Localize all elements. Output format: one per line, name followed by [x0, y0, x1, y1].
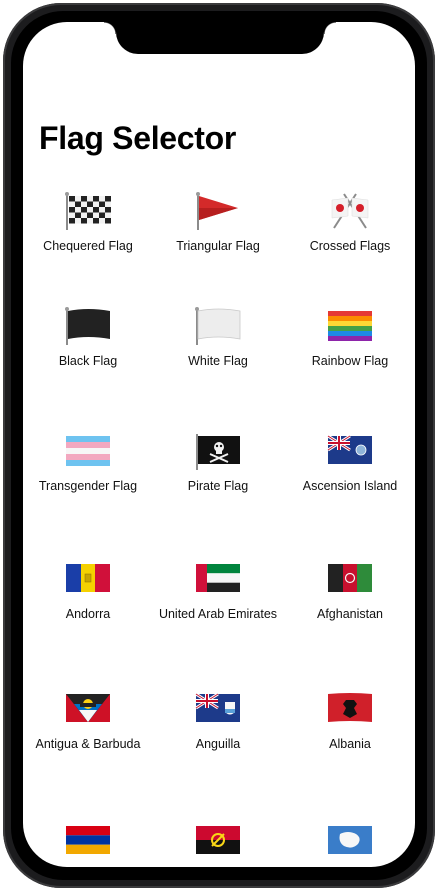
- flag-label: White Flag: [188, 354, 248, 368]
- rainbow-flag-icon: [326, 307, 374, 345]
- white-flag-icon: [194, 307, 242, 345]
- angola-flag-icon: [194, 822, 242, 860]
- flag-label: Rainbow Flag: [311, 354, 389, 368]
- crossed-flags-icon: [326, 192, 374, 230]
- flag-option[interactable]: Antarctica: [285, 822, 415, 867]
- page-title: Flag Selector: [39, 120, 237, 156]
- pirate-flag-icon: [194, 432, 242, 470]
- black-flag-icon: [64, 307, 112, 345]
- flag-option[interactable]: Rainbow Flag: [285, 307, 415, 369]
- flag-option[interactable]: Pirate Flag: [153, 432, 283, 494]
- flag-option[interactable]: White Flag: [153, 307, 283, 369]
- flag-option[interactable]: Anguilla: [153, 690, 283, 752]
- ascension-island-flag-icon: [326, 432, 374, 470]
- device-notch: [104, 22, 336, 54]
- flag-label: Ascension Island: [302, 479, 398, 493]
- flag-label: Andorra: [65, 607, 111, 621]
- flag-label: Pirate Flag: [187, 479, 249, 493]
- flag-option[interactable]: Triangular Flag: [153, 192, 283, 254]
- flag-option[interactable]: Armenia: [23, 822, 153, 867]
- flag-option[interactable]: Black Flag: [23, 307, 153, 369]
- flag-option[interactable]: Ascension Island: [285, 432, 415, 494]
- flag-option[interactable]: Albania: [285, 690, 415, 752]
- flag-label: Afghanistan: [316, 607, 384, 621]
- flag-option[interactable]: Antigua & Barbuda: [23, 690, 153, 752]
- app-screen: Flag Selector Chequered Flag Triangular F…: [23, 22, 415, 867]
- antigua-barbuda-flag-icon: [64, 690, 112, 728]
- albania-flag-icon: [326, 690, 374, 728]
- flag-option[interactable]: Angola: [153, 822, 283, 867]
- flag-option[interactable]: Chequered Flag: [23, 192, 153, 254]
- armenia-flag-icon: [64, 822, 112, 860]
- flag-label: Antigua & Barbuda: [35, 737, 141, 751]
- flag-label: Anguilla: [195, 737, 241, 751]
- flag-label: Albania: [329, 737, 371, 751]
- flag-label: Triangular Flag: [176, 239, 260, 253]
- triangular-flag-icon: [194, 192, 242, 230]
- chequered-flag-icon: [64, 192, 112, 230]
- flag-option[interactable]: Transgender Flag: [23, 432, 153, 494]
- flag-option[interactable]: United Arab Emirates: [153, 560, 283, 622]
- anguilla-flag-icon: [194, 690, 242, 728]
- flag-option[interactable]: Andorra: [23, 560, 153, 622]
- transgender-flag-icon: [64, 432, 112, 470]
- flag-label: United Arab Emirates: [158, 607, 278, 621]
- uae-flag-icon: [194, 560, 242, 598]
- flag-label: Black Flag: [58, 354, 118, 368]
- antarctica-flag-icon: [326, 822, 374, 860]
- flag-option[interactable]: Crossed Flags: [285, 192, 415, 254]
- flag-label: Transgender Flag: [38, 479, 138, 493]
- afghanistan-flag-icon: [326, 560, 374, 598]
- andorra-flag-icon: [64, 560, 112, 598]
- flag-label: Chequered Flag: [43, 239, 133, 253]
- flag-option[interactable]: Afghanistan: [285, 560, 415, 622]
- flag-label: Crossed Flags: [309, 239, 391, 253]
